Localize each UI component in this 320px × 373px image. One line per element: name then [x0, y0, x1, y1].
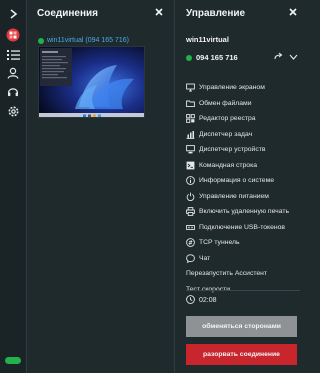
connection-label: win11virtual (094 165 716) — [47, 37, 129, 44]
panel-title: Управление — [186, 8, 246, 19]
user-icon[interactable] — [5, 66, 21, 80]
task-manager-icon — [186, 130, 195, 139]
share-icon[interactable] — [274, 52, 283, 62]
usb-icon — [186, 223, 195, 232]
menu-item-usb-tokens[interactable]: Подключение USB-токенов — [186, 220, 306, 236]
terminal-icon — [186, 161, 195, 170]
connection-thumbnail[interactable] — [38, 46, 145, 118]
folder-icon — [186, 99, 195, 108]
info-icon — [186, 176, 195, 186]
device-name: win11virtual — [186, 35, 229, 44]
connections-panel: Соединения win11virtual (094 165 716) — [27, 0, 175, 373]
menu-item-power-management[interactable]: Управление питанием — [186, 189, 306, 205]
menu-item-screen-control[interactable]: Управление экраном — [186, 80, 306, 96]
status-dot — [186, 54, 192, 61]
menu-item-restart-assistant[interactable]: Перезапустить Ассистент — [186, 266, 306, 282]
chevron-right-icon[interactable] — [5, 7, 21, 21]
device-id: 094 165 716 — [196, 53, 238, 62]
desktop-preview-icon — [39, 47, 144, 117]
status-toggle[interactable] — [5, 357, 21, 364]
close-icon[interactable] — [287, 6, 299, 18]
list-icon[interactable] — [5, 47, 21, 61]
menu-item-file-exchange[interactable]: Обмен файлами — [186, 96, 306, 112]
divider — [186, 290, 300, 291]
menu-item-device-manager[interactable]: Диспетчер устройств — [186, 142, 306, 158]
device-id-row: 094 165 716 — [186, 53, 238, 62]
registry-icon — [186, 114, 195, 124]
settings-icon[interactable] — [5, 104, 21, 118]
clock-icon — [186, 295, 195, 306]
disconnect-button[interactable]: разорвать соединение — [186, 344, 297, 365]
menu-item-system-info[interactable]: Информация о системе — [186, 173, 306, 189]
menu-item-chat[interactable]: Чат — [186, 251, 306, 267]
control-panel: Управление win11virtual 094 165 716 Упра… — [176, 0, 310, 373]
device-actions — [274, 52, 298, 62]
printer-icon — [186, 207, 195, 217]
device-manager-icon — [186, 145, 195, 154]
connection-item[interactable]: win11virtual (094 165 716) — [38, 37, 129, 44]
control-menu: Управление экраном Обмен файлами Редакто… — [186, 80, 306, 297]
chat-icon — [186, 254, 195, 263]
headset-icon[interactable] — [5, 85, 21, 99]
chevron-down-icon[interactable] — [289, 53, 298, 62]
power-icon — [186, 192, 195, 201]
menu-item-tcp-tunnel[interactable]: TCP туннель — [186, 235, 306, 251]
menu-item-registry-editor[interactable]: Редактор реестра — [186, 111, 306, 127]
sidebar-rail — [0, 0, 27, 373]
tcp-icon — [186, 238, 195, 248]
menu-item-command-line[interactable]: Командная строка — [186, 158, 306, 174]
menu-item-task-manager[interactable]: Диспетчер задач — [186, 127, 306, 143]
logo-icon[interactable] — [5, 28, 21, 42]
session-timer: 02:08 — [186, 295, 217, 306]
status-dot — [38, 37, 44, 44]
close-icon[interactable] — [153, 6, 165, 18]
menu-item-remote-print[interactable]: Включить удаленную печать — [186, 204, 306, 220]
monitor-icon — [186, 83, 195, 92]
timer-value: 02:08 — [199, 297, 217, 304]
swap-sides-button[interactable]: обменяться сторонами — [186, 316, 297, 337]
panel-title: Соединения — [37, 8, 99, 19]
